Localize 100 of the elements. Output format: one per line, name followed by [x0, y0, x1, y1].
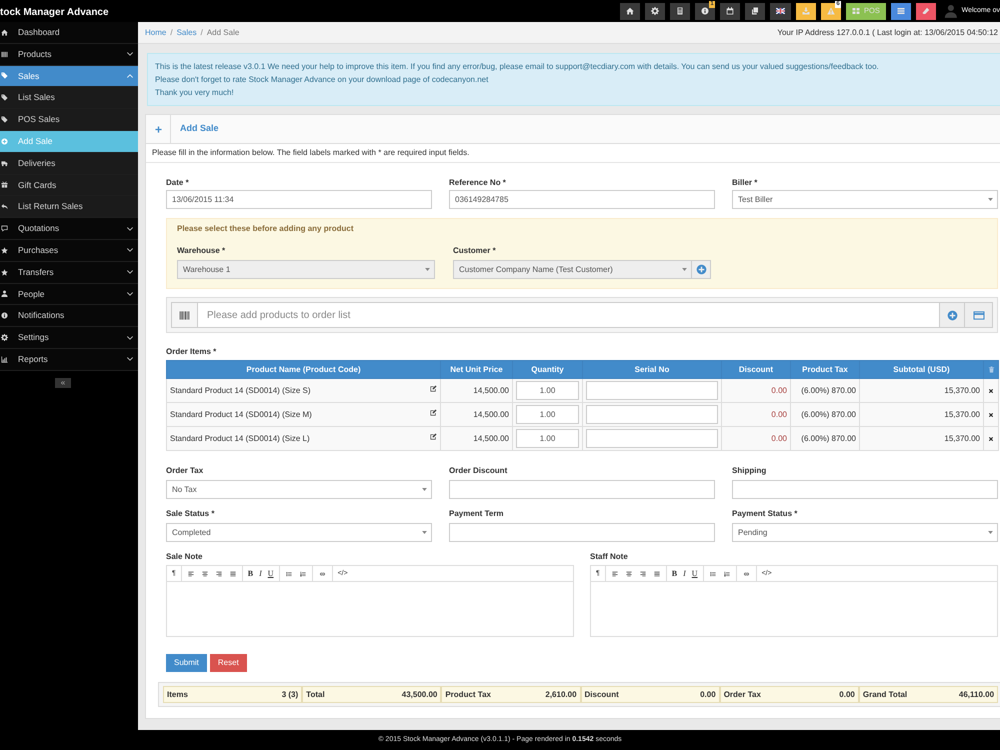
text-field[interactable] — [732, 480, 998, 499]
numbered-list-icon[interactable] — [298, 570, 307, 576]
reply-icon — [1, 203, 8, 210]
column-header: Serial No — [582, 360, 722, 378]
column-header: Product Name (Product Code) — [166, 360, 440, 378]
text-field[interactable] — [449, 523, 715, 542]
avatar-icon — [944, 2, 958, 20]
close-icon[interactable] — [988, 436, 994, 442]
align-justify-icon[interactable] — [652, 570, 661, 576]
dropdown[interactable]: Completed — [166, 523, 432, 542]
field-label: Shipping — [732, 466, 768, 476]
tag-icon — [1, 94, 8, 102]
field-label: Staff Note — [590, 552, 629, 562]
text-field[interactable]: 13/06/2015 11:34 — [166, 190, 432, 209]
toolbar-button[interactable]: B — [672, 570, 678, 578]
link-icon[interactable] — [742, 570, 751, 576]
align-left-icon[interactable] — [186, 570, 195, 576]
close-icon[interactable] — [988, 412, 994, 418]
product-name: Standard Product 14 (SD0014) (Size L) — [170, 432, 310, 444]
truck-icon — [1, 160, 8, 167]
serial-field[interactable] — [586, 429, 718, 448]
eraser-button[interactable] — [916, 2, 936, 20]
edit-icon[interactable] — [430, 385, 437, 392]
alert-text: Please don't forget to rate Stock Manager Advance on your download page of codecanyon.net — [155, 74, 490, 86]
serial-field[interactable] — [586, 381, 718, 400]
quantity-field[interactable]: 1.00 — [516, 429, 579, 448]
sidebar-item[interactable]: List Sales — [0, 87, 138, 110]
sidebar-item[interactable]: Products — [0, 44, 138, 66]
sidebar-item[interactable]: Reports — [0, 348, 138, 371]
align-right-icon[interactable] — [638, 570, 647, 576]
align-center-icon[interactable] — [624, 570, 633, 576]
sidebar-item[interactable]: Quotations — [0, 218, 138, 240]
sidebar-item[interactable]: People — [0, 284, 138, 306]
submit-button[interactable]: Submit — [166, 654, 207, 672]
reset-button[interactable]: Reset — [210, 654, 247, 672]
sidebar-item[interactable]: POS Sales — [0, 109, 138, 131]
sidebar-item[interactable]: Notifications — [0, 305, 138, 328]
total-value: 2,610.00 — [545, 688, 577, 700]
quantity-field[interactable]: 1.00 — [516, 405, 579, 424]
grid-icon — [852, 7, 860, 15]
text-field[interactable] — [449, 480, 715, 499]
field-label: Sale Status * — [166, 509, 216, 519]
bulleted-list-icon[interactable] — [284, 570, 293, 576]
calendar-button[interactable] — [720, 2, 740, 20]
alert-text: This is the latest release v3.0.1 We need your help to improve this item. If you find any error/bug, please email to support@tecdiary.com with details. You can send us your valued suggestions/feedback too. — [155, 61, 880, 73]
sidebar-item[interactable]: Sales — [0, 66, 138, 88]
home-icon — [626, 7, 634, 15]
sidebar-item[interactable]: Deliveries — [0, 152, 138, 175]
calculator-button[interactable] — [670, 2, 690, 20]
sidebar-item[interactable]: Purchases — [0, 240, 138, 262]
sidebar-item[interactable]: Transfers — [0, 262, 138, 284]
serial-field[interactable] — [586, 405, 718, 424]
field-label: Reference No * — [449, 178, 507, 188]
breadcrumb-current: Add Sale — [206, 26, 240, 38]
column-header: Subtotal (USD) — [860, 360, 984, 378]
download-button[interactable] — [796, 2, 816, 20]
gear-icon — [1, 334, 8, 342]
toolbar-button[interactable]: I — [259, 570, 262, 578]
close-icon[interactable] — [988, 388, 994, 394]
home-button[interactable] — [620, 2, 640, 20]
collapse-button[interactable]: « — [55, 378, 71, 388]
gift-icon — [1, 181, 8, 188]
numbered-list-icon[interactable] — [722, 570, 731, 576]
list-button[interactable] — [890, 2, 911, 20]
align-justify-icon[interactable] — [228, 570, 237, 576]
total-label: Product Tax — [445, 688, 491, 700]
toolbar-button[interactable]: U — [268, 570, 274, 578]
panel-title: Add Sale — [179, 122, 219, 136]
align-center-icon[interactable] — [200, 570, 209, 576]
dropdown[interactable]: Test Biller — [732, 190, 998, 209]
align-left-icon[interactable] — [610, 570, 619, 576]
toolbar-button[interactable]: B — [248, 570, 254, 578]
field-label: Payment Status * — [732, 509, 798, 519]
total-value: 0.00 — [839, 688, 855, 700]
form-intro: Please fill in the information below. The field labels marked with * are required input fields. — [146, 144, 1000, 163]
tag-icon — [1, 72, 8, 80]
language-button[interactable] — [770, 2, 791, 20]
breadcrumb-separator: / — [169, 26, 174, 38]
total-value: 0.00 — [700, 688, 716, 700]
list-icon — [896, 7, 905, 15]
alert-text: Thank you very much! — [155, 87, 235, 99]
field-label: Order Discount — [449, 466, 508, 476]
sidebar-item[interactable]: List Return Sales — [0, 196, 138, 218]
toolbar-button[interactable]: U — [692, 570, 698, 578]
dropdown[interactable]: Pending — [732, 523, 998, 542]
sidebar-item[interactable]: Settings — [0, 327, 138, 349]
quantity-field[interactable]: 1.00 — [516, 381, 579, 400]
user-icon — [1, 290, 8, 298]
sidebar-item[interactable]: Dashboard — [0, 22, 138, 44]
link-icon[interactable] — [318, 570, 327, 576]
copy-button[interactable] — [745, 2, 765, 20]
edit-icon[interactable] — [430, 409, 437, 416]
bulleted-list-icon[interactable] — [708, 570, 717, 576]
align-right-icon[interactable] — [214, 570, 223, 576]
sidebar-item[interactable]: Gift Cards — [0, 174, 138, 196]
settings-button[interactable] — [645, 2, 665, 20]
text-field[interactable]: 036149284785 — [449, 190, 715, 209]
dropdown[interactable]: No Tax — [166, 480, 432, 499]
edit-icon[interactable] — [430, 433, 437, 440]
toolbar-button[interactable]: I — [683, 570, 686, 578]
